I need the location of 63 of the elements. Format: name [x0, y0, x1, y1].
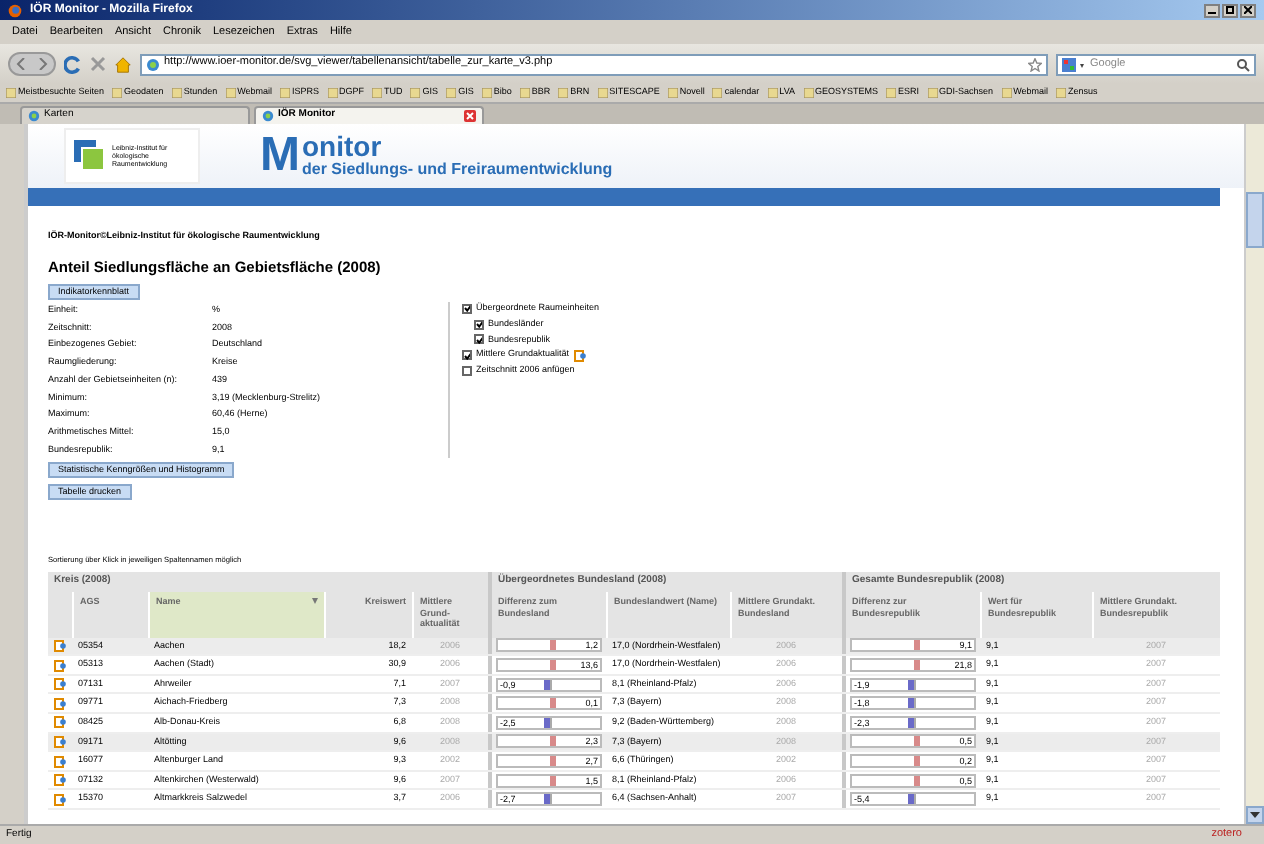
document-icon[interactable]	[54, 697, 66, 710]
bookmark-icon	[1001, 88, 1012, 98]
bookmark-icon	[803, 88, 814, 98]
home-icon[interactable]	[114, 55, 132, 73]
document-icon[interactable]	[54, 735, 66, 748]
forward-icon	[38, 58, 48, 70]
close-button[interactable]	[1240, 3, 1256, 17]
document-icon[interactable]	[54, 659, 66, 672]
scroll-down-button[interactable]	[1246, 806, 1264, 824]
checkbox[interactable]	[462, 350, 472, 361]
reload-icon[interactable]	[64, 55, 82, 73]
globe-icon	[28, 110, 40, 122]
bookmark-icon	[481, 88, 492, 98]
logo-text: onitor	[302, 134, 384, 160]
bookmark-icon	[372, 88, 383, 98]
search-icon[interactable]	[1236, 57, 1250, 71]
close-icon	[1244, 6, 1252, 14]
star-icon[interactable]	[1028, 57, 1042, 71]
bookmark-icon	[927, 88, 938, 98]
bookmark-icon	[410, 88, 421, 98]
bookmark-icon	[280, 88, 291, 98]
bookmark-icon	[886, 88, 897, 98]
globe-icon	[146, 57, 160, 71]
document-icon[interactable]	[54, 793, 66, 806]
minimize-icon	[1208, 11, 1216, 15]
close-tab-icon[interactable]	[464, 110, 476, 122]
checkbox[interactable]	[462, 303, 472, 314]
bookmark-icon	[225, 88, 236, 98]
bookmark-icon	[112, 88, 123, 98]
bookmark-icon	[1056, 88, 1066, 98]
checkbox[interactable]	[462, 365, 472, 376]
minimize-button[interactable]	[1204, 3, 1220, 17]
sort-icon[interactable]	[312, 597, 318, 604]
logo-initial: M	[260, 134, 300, 178]
globe-icon	[262, 110, 274, 122]
bookmark-icon	[446, 88, 457, 98]
info-icon[interactable]	[573, 349, 586, 362]
bookmark-icon	[519, 88, 530, 98]
document-icon[interactable]	[54, 678, 66, 691]
bookmark-icon	[712, 88, 723, 98]
scrollbar-thumb[interactable]	[1246, 192, 1264, 248]
back-icon	[16, 58, 26, 70]
document-icon[interactable]	[54, 716, 66, 729]
bookmark-icon	[667, 88, 678, 98]
subtitle: der Siedlungs- und Freiraumentwicklung	[302, 160, 613, 178]
document-icon[interactable]	[54, 639, 66, 652]
document-icon[interactable]	[54, 774, 66, 787]
stop-icon[interactable]	[90, 56, 106, 72]
bookmark-icon	[6, 88, 16, 98]
back-button[interactable]	[8, 52, 56, 76]
logo-icon	[74, 140, 106, 172]
bookmark-icon	[171, 88, 182, 98]
checkbox[interactable]	[474, 319, 484, 330]
maximize-icon	[1226, 6, 1234, 14]
bookmark-icon	[558, 88, 569, 98]
down-arrow-icon	[1250, 812, 1260, 818]
maximize-button[interactable]	[1222, 3, 1238, 17]
bookmark-icon	[767, 88, 778, 98]
search-engine-icon[interactable]	[1062, 57, 1086, 71]
bookmark-icon	[327, 88, 338, 98]
checkbox[interactable]	[474, 334, 484, 345]
bookmark-icon	[597, 88, 608, 98]
document-icon[interactable]	[54, 755, 66, 768]
